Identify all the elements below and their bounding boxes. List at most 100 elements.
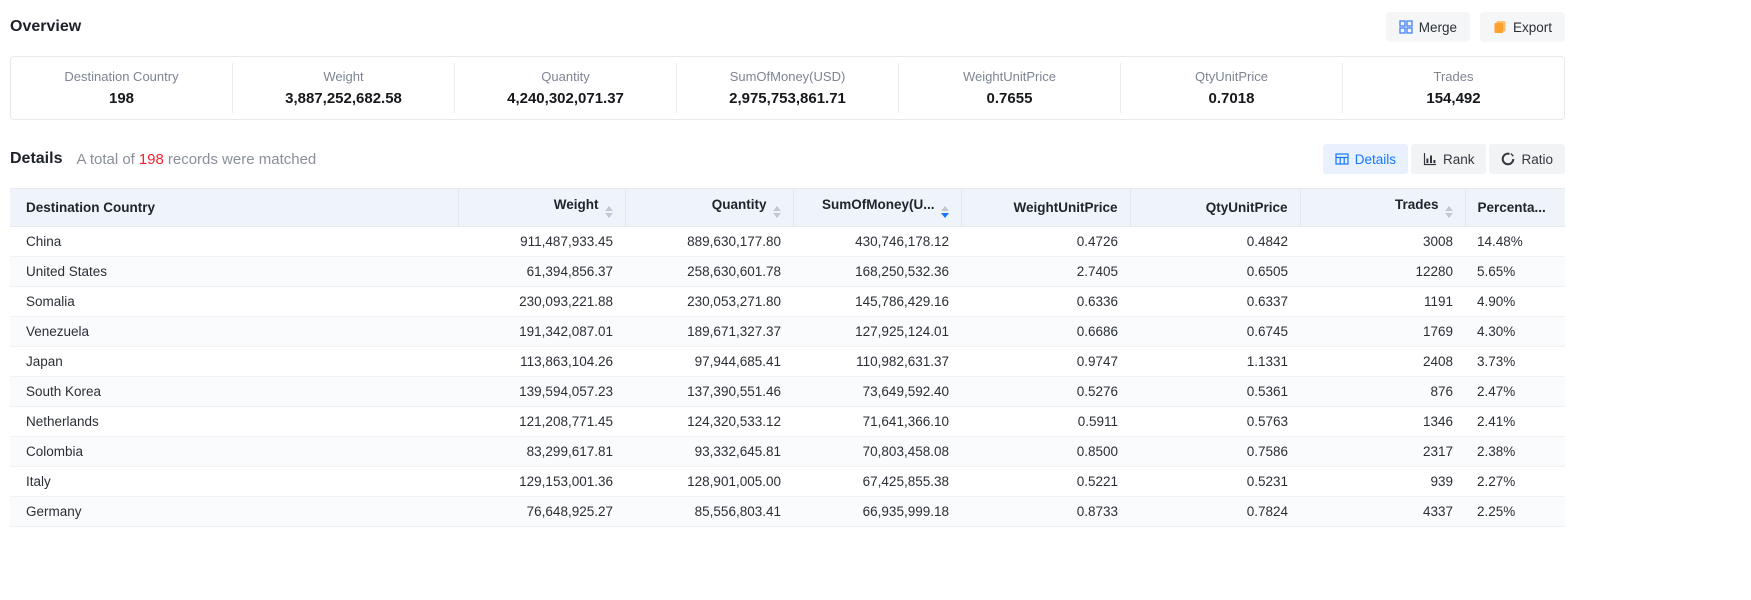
merge-button[interactable]: Merge [1386, 12, 1470, 42]
column-header-2[interactable]: Quantity [625, 189, 793, 227]
table-cell-0: China [10, 227, 458, 257]
export-button-label: Export [1513, 20, 1552, 35]
table-row[interactable]: Italy129,153,001.36128,901,005.0067,425,… [10, 467, 1565, 497]
table-row[interactable]: United States61,394,856.37258,630,601.78… [10, 257, 1565, 287]
table-cell-2: 230,053,271.80 [625, 287, 793, 317]
stat-label: QtyUnitPrice [1121, 69, 1342, 84]
table-cell-1: 191,342,087.01 [458, 317, 625, 347]
table-cell-0: Somalia [10, 287, 458, 317]
details-row: Details A total of198records were matche… [10, 144, 1565, 174]
stat-label: Destination Country [11, 69, 232, 84]
table-cell-1: 76,648,925.27 [458, 497, 625, 527]
table-row[interactable]: Germany76,648,925.2785,556,803.4166,935,… [10, 497, 1565, 527]
sort-icon [1445, 206, 1453, 218]
table-cell-3: 110,982,631.37 [793, 347, 961, 377]
table-cell-3: 168,250,532.36 [793, 257, 961, 287]
table-cell-6: 12280 [1300, 257, 1465, 287]
stat-label: WeightUnitPrice [899, 69, 1120, 84]
table-cell-2: 258,630,601.78 [625, 257, 793, 287]
table-cell-6: 2408 [1300, 347, 1465, 377]
merge-button-label: Merge [1419, 20, 1457, 35]
column-header-label: QtyUnitPrice [1206, 200, 1288, 215]
table-row[interactable]: Venezuela191,342,087.01189,671,327.37127… [10, 317, 1565, 347]
details-left: Details A total of198records were matche… [10, 150, 316, 168]
content: Overview Merge Export Destination Countr… [0, 0, 1565, 527]
merge-icon [1399, 20, 1413, 34]
records-text: A total of198records were matched [76, 151, 316, 168]
table-row[interactable]: Netherlands121,208,771.45124,320,533.127… [10, 407, 1565, 437]
pie-chart-icon [1501, 152, 1515, 166]
column-header-5: QtyUnitPrice [1130, 189, 1300, 227]
stat-cell-3: SumOfMoney(USD)2,975,753,861.71 [676, 63, 898, 113]
table-cell-2: 189,671,327.37 [625, 317, 793, 347]
stat-cell-2: Quantity4,240,302,071.37 [454, 63, 676, 113]
table-cell-4: 2.7405 [961, 257, 1130, 287]
table-cell-7: 2.41% [1465, 407, 1565, 437]
table-cell-7: 4.30% [1465, 317, 1565, 347]
table-cell-6: 1346 [1300, 407, 1465, 437]
sort-icon [605, 206, 613, 218]
table-cell-3: 73,649,592.40 [793, 377, 961, 407]
table-row[interactable]: Colombia83,299,617.8193,332,645.8170,803… [10, 437, 1565, 467]
stats-bar: Destination Country 198Weight3,887,252,68… [10, 56, 1565, 120]
stat-label: Quantity [455, 69, 676, 84]
column-header-label: Trades [1395, 197, 1439, 212]
table-row[interactable]: Japan113,863,104.2697,944,685.41110,982,… [10, 347, 1565, 377]
table-cell-7: 2.25% [1465, 497, 1565, 527]
table-cell-0: Italy [10, 467, 458, 497]
table-wrap: Destination CountryWeightQuantitySumOfMo… [10, 188, 1565, 527]
table-cell-2: 85,556,803.41 [625, 497, 793, 527]
table-cell-4: 0.6336 [961, 287, 1130, 317]
table-cell-1: 113,863,104.26 [458, 347, 625, 377]
column-header-label: WeightUnitPrice [1013, 200, 1117, 215]
table-cell-1: 911,487,933.45 [458, 227, 625, 257]
table-cell-5: 0.5361 [1130, 377, 1300, 407]
page-title: Overview [10, 18, 81, 36]
column-header-1[interactable]: Weight [458, 189, 625, 227]
table-cell-6: 1191 [1300, 287, 1465, 317]
stat-cell-1: Weight3,887,252,682.58 [232, 63, 454, 113]
table-cell-5: 0.7586 [1130, 437, 1300, 467]
top-bar: Overview Merge Export [10, 10, 1565, 44]
view-btn-rank[interactable]: Rank [1411, 144, 1487, 174]
table-row[interactable]: Somalia230,093,221.88230,053,271.80145,7… [10, 287, 1565, 317]
column-header-label: Percenta... [1478, 200, 1546, 215]
stat-value: 198 [11, 90, 232, 107]
table-cell-6: 1769 [1300, 317, 1465, 347]
export-button[interactable]: Export [1480, 12, 1565, 42]
table-cell-4: 0.6686 [961, 317, 1130, 347]
column-header-label: Quantity [712, 197, 767, 212]
table-cell-2: 889,630,177.80 [625, 227, 793, 257]
table-cell-0: Colombia [10, 437, 458, 467]
table-cell-5: 0.5763 [1130, 407, 1300, 437]
table-body: China911,487,933.45889,630,177.80430,746… [10, 227, 1565, 527]
view-btn-details[interactable]: Details [1323, 144, 1408, 174]
table-cell-6: 939 [1300, 467, 1465, 497]
stat-cell-6: Trades154,492 [1342, 63, 1564, 113]
table-cell-1: 139,594,057.23 [458, 377, 625, 407]
column-header-6[interactable]: Trades [1300, 189, 1465, 227]
table-cell-4: 0.5276 [961, 377, 1130, 407]
table-row[interactable]: China911,487,933.45889,630,177.80430,746… [10, 227, 1565, 257]
sort-icon [941, 206, 949, 218]
table-cell-1: 129,153,001.36 [458, 467, 625, 497]
column-header-label: SumOfMoney(U... [822, 197, 935, 212]
table-cell-4: 0.5221 [961, 467, 1130, 497]
table-header-row: Destination CountryWeightQuantitySumOfMo… [10, 189, 1565, 227]
table-cell-2: 137,390,551.46 [625, 377, 793, 407]
column-header-7: Percenta... [1465, 189, 1565, 227]
table-cell-2: 128,901,005.00 [625, 467, 793, 497]
table-cell-5: 0.6745 [1130, 317, 1300, 347]
table-cell-7: 2.47% [1465, 377, 1565, 407]
table-cell-7: 2.38% [1465, 437, 1565, 467]
stat-value: 0.7018 [1121, 90, 1342, 107]
column-header-3[interactable]: SumOfMoney(U... [793, 189, 961, 227]
stat-value: 3,887,252,682.58 [233, 90, 454, 107]
stat-label: SumOfMoney(USD) [677, 69, 898, 84]
table-row[interactable]: South Korea139,594,057.23137,390,551.467… [10, 377, 1565, 407]
view-btn-ratio[interactable]: Ratio [1489, 144, 1565, 174]
stat-cell-5: QtyUnitPrice 0.7018 [1120, 63, 1342, 113]
records-prefix: A total of [76, 151, 134, 168]
table-cell-0: Japan [10, 347, 458, 377]
table-cell-0: Germany [10, 497, 458, 527]
